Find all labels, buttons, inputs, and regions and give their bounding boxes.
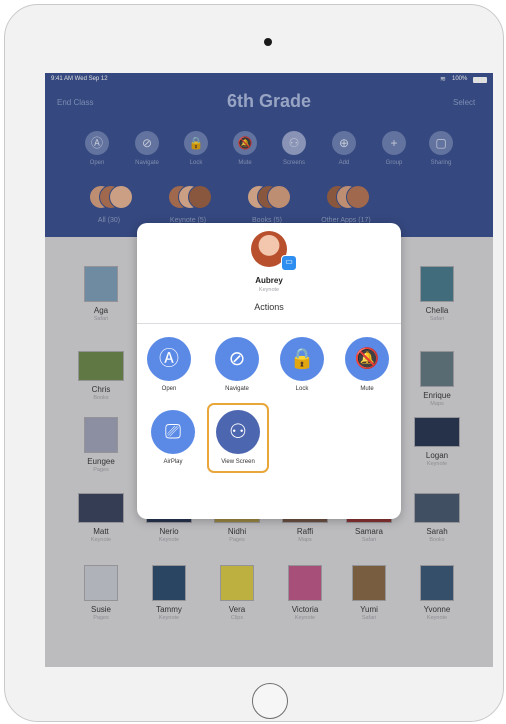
- app-store-icon: Ⓐ: [147, 337, 191, 381]
- student-name: Aubrey: [255, 276, 283, 285]
- home-button[interactable]: [252, 683, 288, 719]
- ipad-device: 9:41 AM Wed Sep 12 ≋ 100% End Class 6th …: [4, 4, 504, 722]
- airplay-icon: ⎚: [151, 410, 195, 454]
- view-screen-highlight: [207, 403, 269, 473]
- student-app: Keynote: [258, 287, 280, 293]
- action-mute-button[interactable]: 🔕 Mute: [339, 337, 395, 392]
- action-label: Navigate: [225, 386, 249, 392]
- action-open-button[interactable]: Ⓐ Open: [141, 337, 197, 392]
- lock-icon: 🔒: [280, 337, 324, 381]
- front-camera: [264, 38, 272, 46]
- action-label: Lock: [295, 386, 309, 392]
- mute-bell-icon: 🔕: [345, 337, 389, 381]
- divider: [137, 323, 401, 324]
- action-lock-button[interactable]: 🔒 Lock: [274, 337, 330, 392]
- student-actions-popup: ▭ Aubrey Keynote Actions Ⓐ Open ⊘ Navigate 🔒…: [137, 223, 401, 519]
- action-label: AirPlay: [163, 459, 183, 465]
- action-navigate-button[interactable]: ⊘ Navigate: [209, 337, 265, 392]
- action-label: Open: [161, 386, 177, 392]
- screen: 9:41 AM Wed Sep 12 ≋ 100% End Class 6th …: [45, 73, 493, 667]
- compass-icon: ⊘: [215, 337, 259, 381]
- actions-title: Actions: [254, 302, 284, 312]
- keynote-app-icon: ▭: [281, 255, 297, 271]
- action-airplay-button[interactable]: ⎚ AirPlay: [145, 410, 201, 465]
- action-label: Mute: [360, 386, 374, 392]
